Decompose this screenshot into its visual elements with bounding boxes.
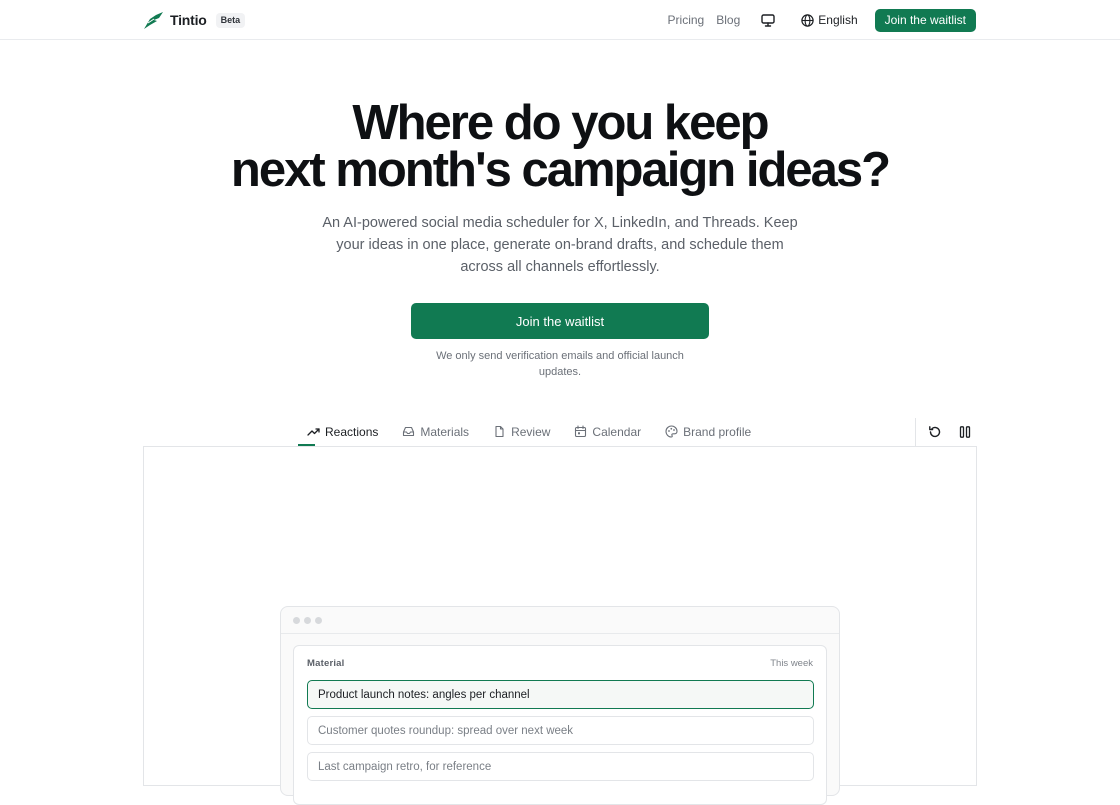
- demo-controls: [915, 418, 974, 446]
- hero-title: Where do you keep next month's campaign …: [0, 96, 1120, 197]
- restart-demo-button[interactable]: [926, 423, 944, 441]
- trending-up-icon: [307, 428, 320, 436]
- window-dot: [293, 616, 300, 624]
- window-title-bar: [281, 607, 839, 634]
- rotate-ccw-icon: [929, 426, 941, 438]
- tab-review[interactable]: Review: [492, 418, 551, 445]
- material-card-period: This week: [770, 658, 813, 669]
- window-dot: [315, 616, 322, 624]
- tab-label: Calendar: [592, 424, 642, 439]
- hero-title-line-2: next month's campaign ideas?: [230, 143, 891, 197]
- brand[interactable]: Tintio Beta: [143, 10, 246, 30]
- pause-demo-button[interactable]: [956, 423, 974, 441]
- material-card-header: Material This week: [307, 658, 813, 669]
- language-label: English: [818, 13, 858, 27]
- calendar-icon: [575, 425, 587, 438]
- monitor-icon: [761, 13, 775, 27]
- tab-label: Review: [511, 424, 551, 439]
- inbox-icon: [403, 426, 415, 437]
- material-card: Material This week Product launch notes:…: [293, 645, 827, 805]
- window-dot: [304, 616, 311, 624]
- top-navbar: Tintio Beta Pricing Blog English Join th…: [0, 0, 1120, 40]
- main-nav: Pricing Blog English Join the waitlist: [668, 8, 976, 32]
- material-item[interactable]: Last campaign retro, for reference: [307, 752, 814, 781]
- nav-link-blog[interactable]: Blog: [716, 13, 740, 27]
- tab-label: Reactions: [325, 424, 379, 439]
- header-join-waitlist-button[interactable]: Join the waitlist: [874, 8, 976, 32]
- tab-label: Materials: [420, 424, 470, 439]
- tab-brand-profile[interactable]: Brand profile: [664, 418, 752, 445]
- material-item[interactable]: Customer quotes roundup: spread over nex…: [307, 716, 814, 745]
- tintio-logo-icon: [144, 11, 163, 29]
- demo-app-window: Material This week Product launch notes:…: [280, 606, 840, 805]
- hero-join-waitlist-button[interactable]: Join the waitlist: [411, 303, 709, 339]
- theme-toggle-button[interactable]: [757, 9, 779, 31]
- globe-icon: [801, 13, 814, 27]
- material-card-label: Material: [307, 658, 345, 669]
- material-item-selected[interactable]: Product launch notes: angles per channel: [307, 680, 814, 709]
- hero-title-line-1: Where do you keep: [352, 96, 769, 150]
- brand-name: Tintio: [170, 12, 207, 28]
- tab-calendar[interactable]: Calendar: [573, 418, 642, 445]
- tab-reactions[interactable]: Reactions: [298, 418, 379, 446]
- tab-label: Brand profile: [683, 424, 752, 439]
- language-selector[interactable]: English: [801, 13, 858, 27]
- feature-tabs: Reactions Materials Review Calendar Bran…: [298, 418, 774, 446]
- tab-materials[interactable]: Materials: [401, 418, 470, 445]
- hero-subtitle: An AI-powered social media scheduler for…: [322, 215, 798, 275]
- pause-icon: [959, 426, 971, 438]
- palette-icon: [665, 425, 678, 438]
- beta-badge: Beta: [215, 12, 246, 28]
- privacy-note: We only send verification emails and off…: [436, 350, 684, 378]
- nav-link-pricing[interactable]: Pricing: [668, 13, 705, 27]
- document-icon: [495, 425, 504, 438]
